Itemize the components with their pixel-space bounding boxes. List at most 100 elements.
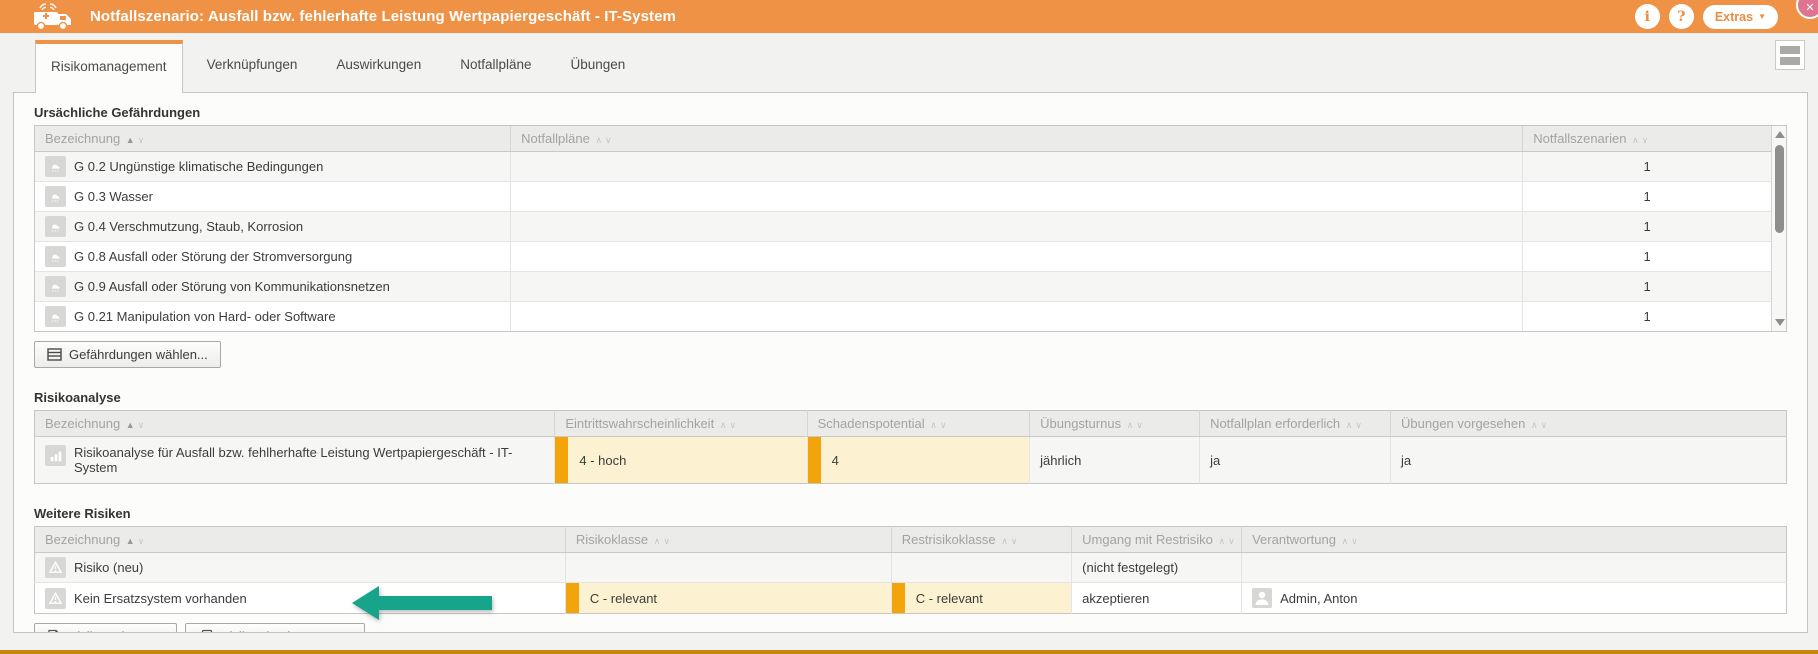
table-row[interactable]: Risiko (neu) (nicht festgelegt) xyxy=(35,553,1787,583)
sort-down-icon: ∨ xyxy=(1541,420,1549,430)
tab-verknuepfungen[interactable]: Verknüpfungen xyxy=(192,40,313,92)
row-label: Kein Ersatzsystem vorhanden xyxy=(74,591,247,606)
table-row[interactable]: Risikoanalyse für Ausfall bzw. fehlherha… xyxy=(35,437,1787,484)
sort-desc-icon: ∨ xyxy=(138,536,146,546)
column-label: Eintrittswahrscheinlichkeit xyxy=(565,416,714,431)
column-header-notfallszenarien[interactable]: Notfallszenarien ∧∨ xyxy=(1523,126,1771,152)
column-header-bezeichnung[interactable]: Bezeichnung ▲∨ xyxy=(35,411,555,437)
table-row[interactable]: G 0.4 Verschmutzung, Staub, Korrosion 1 xyxy=(35,212,1771,242)
column-label: Risikoklasse xyxy=(576,532,648,547)
info-icon[interactable]: i xyxy=(1635,4,1660,29)
extras-button[interactable]: Extras ▼ xyxy=(1703,5,1778,29)
column-label: Bezeichnung xyxy=(45,416,120,431)
column-label: Notfallplan erforderlich xyxy=(1210,416,1340,431)
row-label: Risiko (neu) xyxy=(74,560,143,575)
section-title-gefaehrdungen: Ursächliche Gefährdungen xyxy=(34,105,1787,120)
column-header-uebungen-vorgesehen[interactable]: Übungen vorgesehen ∧∨ xyxy=(1391,411,1787,437)
chevron-down-icon: ▼ xyxy=(1758,12,1766,21)
column-header-umgang-mit-restrisiko[interactable]: Umgang mit Restrisiko ∧∨ xyxy=(1072,527,1242,553)
column-header-restrisikoklasse[interactable]: Restrisikoklasse ∧∨ xyxy=(891,527,1071,553)
table-row[interactable]: G 0.3 Wasser 1 xyxy=(35,182,1771,212)
sort-down-icon: ∨ xyxy=(605,135,613,145)
sort-down-icon: ∨ xyxy=(1351,536,1359,546)
hazard-cloud-icon xyxy=(45,156,66,177)
scroll-down-icon[interactable] xyxy=(1775,319,1785,326)
column-label: Übungsturnus xyxy=(1040,416,1121,431)
tab-notfallplaene[interactable]: Notfallpläne xyxy=(445,40,546,92)
row-label: G 0.21 Manipulation von Hard- oder Softw… xyxy=(74,309,336,324)
column-header-eintrittswahrscheinlichkeit[interactable]: Eintrittswahrscheinlichkeit ∧∨ xyxy=(555,411,807,437)
risk-warning-icon xyxy=(45,557,66,578)
button-label: Risiken kopieren von... xyxy=(220,629,352,633)
sort-up-icon: ∧ xyxy=(1342,536,1350,546)
column-label: Bezeichnung xyxy=(45,532,120,547)
table-scrollbar[interactable] xyxy=(1771,126,1786,331)
hazard-cloud-icon xyxy=(45,306,66,327)
sort-down-icon: ∨ xyxy=(940,420,948,430)
hazard-cloud-icon xyxy=(45,186,66,207)
button-label: Risiko anlegen... xyxy=(68,629,164,633)
layout-toggle-icon[interactable] xyxy=(1775,40,1805,70)
column-header-bezeichnung[interactable]: Bezeichnung ▲∨ xyxy=(35,126,511,152)
bottom-accent-line xyxy=(0,650,1818,654)
sort-up-icon: ∧ xyxy=(595,135,603,145)
sort-down-icon: ∨ xyxy=(729,420,737,430)
scroll-up-icon[interactable] xyxy=(1775,131,1785,138)
tab-risikomanagement[interactable]: Risikomanagement xyxy=(35,40,183,93)
column-header-notfallplaene[interactable]: Notfallpläne ∧∨ xyxy=(511,126,1523,152)
layout-bar-icon xyxy=(1780,46,1800,54)
new-document-icon: ✱ xyxy=(47,629,61,633)
table-header-row: Bezeichnung ▲∨ Notfallpläne ∧∨ Notfallsz… xyxy=(35,126,1771,152)
column-header-notfallplan-erforderlich[interactable]: Notfallplan erforderlich ∧∨ xyxy=(1200,411,1391,437)
column-header-risikoklasse[interactable]: Risikoklasse ∧∨ xyxy=(565,527,891,553)
cell-eintrittswahrscheinlichkeit: 4 - hoch xyxy=(579,453,626,468)
table-select-icon xyxy=(47,348,62,361)
sort-up-icon: ∧ xyxy=(1632,135,1640,145)
row-label: Risikoanalyse für Ausfall bzw. fehlherha… xyxy=(74,445,544,475)
risikoanalyse-table: Bezeichnung ▲∨ Eintrittswahrscheinlichke… xyxy=(34,410,1787,484)
table-header-row: Bezeichnung ▲∨ Eintrittswahrscheinlichke… xyxy=(35,411,1787,437)
row-label: G 0.2 Ungünstige klimatische Bedingungen xyxy=(74,159,323,174)
sort-up-icon: ∧ xyxy=(1001,536,1009,546)
cell-schadenspotential: 4 xyxy=(832,453,839,468)
sort-up-icon: ∧ xyxy=(1127,420,1135,430)
sort-down-icon: ∨ xyxy=(1228,536,1236,546)
cell-notfallszenarien: 1 xyxy=(1644,159,1651,174)
column-header-schadenspotential[interactable]: Schadenspotential ∧∨ xyxy=(807,411,1030,437)
column-label: Übungen vorgesehen xyxy=(1401,416,1525,431)
copy-icon xyxy=(198,629,213,633)
weitere-risiken-table: Bezeichnung ▲∨ Risikoklasse ∧∨ Restrisik… xyxy=(34,526,1787,614)
help-icon[interactable]: ? xyxy=(1669,4,1694,29)
scrollbar-thumb[interactable] xyxy=(1775,145,1784,233)
gefaehrdungen-table-container: Bezeichnung ▲∨ Notfallpläne ∧∨ Notfallsz… xyxy=(34,125,1787,332)
table-row[interactable]: G 0.8 Ausfall oder Störung der Stromvers… xyxy=(35,242,1771,272)
table-row[interactable]: Kein Ersatzsystem vorhanden C - relevant… xyxy=(35,583,1787,614)
sort-up-icon: ∧ xyxy=(1531,420,1539,430)
table-row[interactable]: G 0.21 Manipulation von Hard- oder Softw… xyxy=(35,302,1771,332)
cell-notfallszenarien: 1 xyxy=(1644,249,1651,264)
tab-auswirkungen[interactable]: Auswirkungen xyxy=(321,40,436,92)
cell-verantwortung: Admin, Anton xyxy=(1280,591,1357,606)
copy-risks-button[interactable]: Risiken kopieren von... xyxy=(185,623,365,633)
table-row[interactable]: G 0.9 Ausfall oder Störung von Kommunika… xyxy=(35,272,1771,302)
cell-uebungen-vorgesehen: ja xyxy=(1401,453,1411,468)
cell-notfallszenarien: 1 xyxy=(1644,189,1651,204)
close-icon[interactable]: ✕ xyxy=(1796,0,1818,19)
column-label: Schadenspotential xyxy=(818,416,925,431)
create-risk-button[interactable]: ✱ Risiko anlegen... xyxy=(34,623,177,633)
tab-uebungen[interactable]: Übungen xyxy=(556,40,641,92)
annotation-arrow-icon xyxy=(352,584,492,624)
column-header-uebungsturnus[interactable]: Übungsturnus ∧∨ xyxy=(1030,411,1200,437)
table-row[interactable]: G 0.2 Ungünstige klimatische Bedingungen… xyxy=(35,152,1771,182)
column-label: Notfallszenarien xyxy=(1533,131,1626,146)
cell-uebungsturnus: jährlich xyxy=(1040,453,1081,468)
risk-level-bar xyxy=(555,437,568,483)
sort-up-icon: ∧ xyxy=(1346,420,1354,430)
risk-level-bar xyxy=(808,437,821,483)
select-hazards-button[interactable]: Gefährdungen wählen... xyxy=(34,341,221,368)
column-label: Umgang mit Restrisiko xyxy=(1082,532,1213,547)
column-label: Notfallpläne xyxy=(521,131,590,146)
section-title-weitere-risiken: Weitere Risiken xyxy=(34,506,1787,521)
column-header-bezeichnung[interactable]: Bezeichnung ▲∨ xyxy=(35,527,566,553)
column-header-verantwortung[interactable]: Verantwortung ∧∨ xyxy=(1242,527,1787,553)
